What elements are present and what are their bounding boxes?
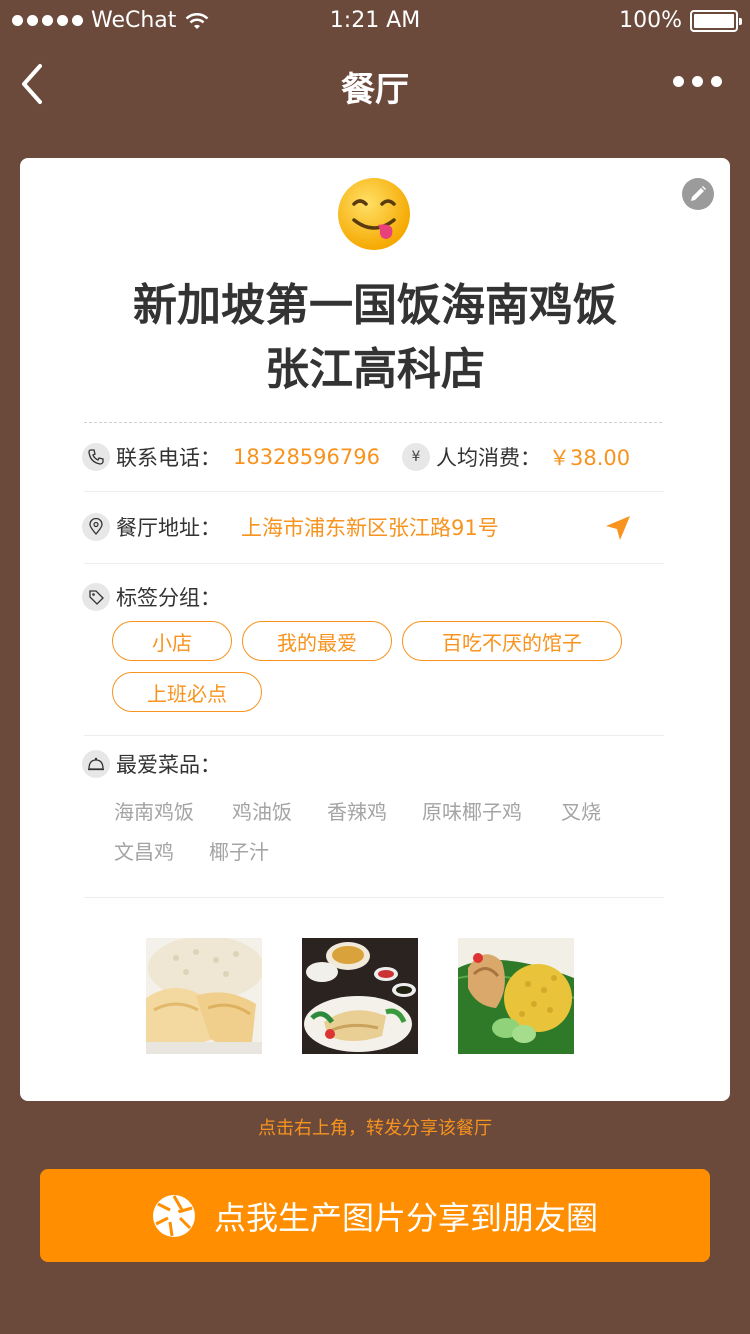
status-right: 100% xyxy=(619,8,742,33)
divider xyxy=(84,735,664,736)
dashed-divider xyxy=(84,422,662,423)
edit-button[interactable] xyxy=(682,178,714,210)
restaurant-name-line1: 新加坡第一国饭海南鸡饭 xyxy=(133,280,617,331)
dish-cloche-icon xyxy=(82,750,110,778)
dish-item: 海南鸡饭 xyxy=(114,800,194,824)
dish-item: 原味椰子鸡 xyxy=(422,800,522,824)
camera-aperture-icon xyxy=(152,1194,195,1237)
phone-icon xyxy=(82,443,110,471)
phone-value[interactable]: 18328596796 xyxy=(233,445,380,469)
tag-chip[interactable]: 上班必点 xyxy=(112,672,262,712)
address-label: 餐厅地址： xyxy=(116,516,221,540)
dish-item: 文昌鸡 xyxy=(114,840,174,864)
dishes-label: 最爱菜品： xyxy=(116,753,221,777)
dish-photo-chicken-rice[interactable] xyxy=(146,938,262,1054)
battery-icon xyxy=(690,9,742,32)
dishes-row: 最爱菜品： xyxy=(82,749,221,779)
generate-share-image-button[interactable]: 点我生产图片分享到朋友圈 xyxy=(40,1169,710,1262)
yen-icon: ¥ xyxy=(402,443,430,471)
divider xyxy=(84,491,664,492)
more-dots-icon[interactable] xyxy=(673,76,722,87)
battery-percent: 100% xyxy=(619,8,682,33)
tag-chip[interactable]: 小店 xyxy=(112,621,232,661)
divider xyxy=(84,563,664,564)
phone-label: 联系电话： xyxy=(116,446,221,470)
dish-item: 叉烧 xyxy=(561,800,601,824)
status-bar: WeChat 1:21 AM 100% xyxy=(0,0,750,40)
location-pin-icon xyxy=(82,513,110,541)
dish-photo-chicken-leaf[interactable] xyxy=(458,938,574,1054)
tag-chip[interactable]: 我的最爱 xyxy=(242,621,392,661)
navigate-arrow-icon[interactable] xyxy=(604,514,632,542)
generate-share-image-label: 点我生产图片分享到朋友圈 xyxy=(213,1198,598,1237)
tags-row: 标签分组： xyxy=(82,582,221,612)
page-title: 餐厅 xyxy=(341,70,409,110)
address-row: 餐厅地址： 上海市浦东新区张江路91号 xyxy=(82,512,499,542)
dish-item: 鸡油饭 xyxy=(232,800,292,824)
avg-cost-row: ¥ 人均消费： ￥38.00 xyxy=(402,442,630,472)
dish-photo-chicken-set[interactable] xyxy=(302,938,418,1054)
tag-chip[interactable]: 百吃不厌的馆子 xyxy=(402,621,622,661)
tags-label: 标签分组： xyxy=(116,586,221,610)
restaurant-card: 新加坡第一国饭海南鸡饭 张江高科店 联系电话： 18328596796 ¥ 人均… xyxy=(20,158,730,1101)
avg-cost-value: ￥38.00 xyxy=(549,446,631,470)
battery-fill xyxy=(694,13,734,28)
tag-icon xyxy=(82,583,110,611)
dish-item: 香辣鸡 xyxy=(327,800,387,824)
avg-cost-label: 人均消费： xyxy=(436,446,541,470)
yummy-face-emoji xyxy=(338,178,410,250)
restaurant-name-line2: 张江高科店 xyxy=(265,344,485,395)
phone-row: 联系电话： 18328596796 xyxy=(82,442,380,472)
dish-item: 椰子汁 xyxy=(209,840,269,864)
restaurant-name: 新加坡第一国饭海南鸡饭 张江高科店 xyxy=(80,274,670,402)
address-value[interactable]: 上海市浦东新区张江路91号 xyxy=(241,512,499,542)
share-hint-text: 点击右上角，转发分享该餐厅 xyxy=(258,1118,492,1139)
nav-bar: 餐厅 xyxy=(0,40,750,128)
divider xyxy=(84,897,664,898)
pencil-icon xyxy=(691,186,706,201)
